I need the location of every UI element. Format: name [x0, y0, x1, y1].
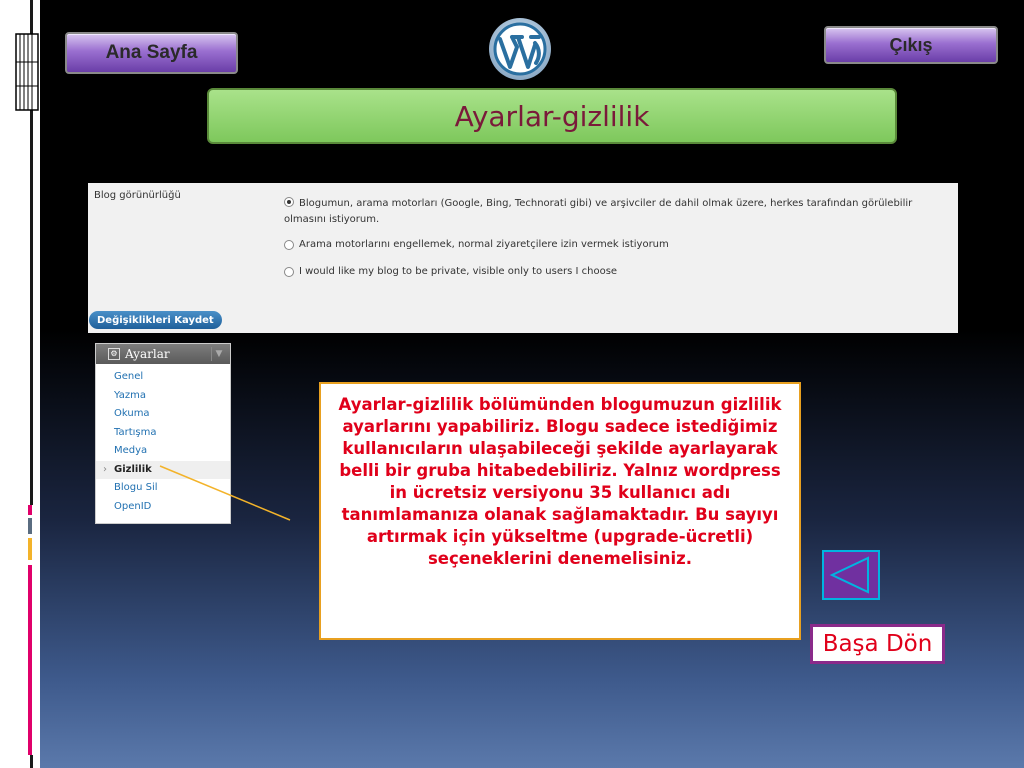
menu-item-openid[interactable]: OpenID — [96, 498, 230, 517]
menu-item-medya[interactable]: Medya — [96, 442, 230, 461]
exit-button[interactable]: Çıkış — [824, 26, 998, 64]
radio-private[interactable] — [284, 267, 294, 277]
strip-accent-yellow — [28, 538, 32, 560]
home-button[interactable]: Ana Sayfa — [65, 32, 238, 74]
settings-icon: ⚙ — [108, 348, 120, 360]
info-callout: Ayarlar-gizlilik bölümünden blogumuzun g… — [319, 382, 801, 640]
blog-visibility-label: Blog görünürlüğü — [94, 190, 181, 201]
chevron-down-icon[interactable]: ▼ — [211, 347, 226, 361]
settings-menu-header[interactable]: ⚙ Ayarlar ▼ — [96, 344, 230, 364]
radio-block-search[interactable] — [284, 240, 294, 250]
triangle-left-icon — [829, 556, 869, 594]
settings-menu: ⚙ Ayarlar ▼ Genel Yazma Okuma Tartışma M… — [95, 343, 231, 524]
menu-item-gizlilik[interactable]: Gizlilik — [96, 460, 230, 479]
radio-public[interactable] — [284, 197, 294, 207]
option-public-line1: Blogumun, arama motorları (Google, Bing,… — [299, 198, 913, 209]
option-private-text: I would like my blog to be private, visi… — [299, 266, 618, 277]
back-to-top-button[interactable]: Başa Dön — [810, 624, 945, 664]
visibility-option-block-search[interactable]: Arama motorlarını engellemek, normal ziy… — [284, 239, 954, 250]
settings-menu-title: Ayarlar — [125, 347, 170, 361]
option-block-search-text: Arama motorlarını engellemek, normal ziy… — [299, 239, 669, 250]
strip-accent-gray — [28, 518, 32, 534]
menu-item-yazma[interactable]: Yazma — [96, 387, 230, 406]
menu-item-blogu-sil[interactable]: Blogu Sil — [96, 479, 230, 498]
strip-accent-pink — [28, 505, 32, 515]
document-stack-icon — [15, 33, 39, 111]
strip-line-bottom — [30, 755, 33, 768]
menu-item-okuma[interactable]: Okuma — [96, 405, 230, 424]
menu-item-tartisma[interactable]: Tartışma — [96, 424, 230, 443]
menu-item-genel[interactable]: Genel — [96, 368, 230, 387]
wordpress-logo-icon — [489, 18, 551, 80]
back-button[interactable] — [822, 550, 880, 600]
settings-menu-list: Genel Yazma Okuma Tartışma Medya Gizlili… — [96, 364, 230, 516]
visibility-option-private[interactable]: I would like my blog to be private, visi… — [284, 266, 954, 277]
visibility-option-public[interactable]: Blogumun, arama motorları (Google, Bing,… — [284, 196, 954, 228]
option-public-line2: olmasını istiyorum. — [284, 214, 380, 225]
page-title: Ayarlar-gizlilik — [207, 88, 897, 144]
option-public-text: Blogumun, arama motorları (Google, Bing,… — [284, 196, 913, 228]
privacy-settings-panel: Blog görünürlüğü Blogumun, arama motorla… — [88, 183, 958, 333]
strip-accent-pink-long — [28, 565, 32, 755]
save-changes-button[interactable]: Değişiklikleri Kaydet — [89, 311, 222, 329]
